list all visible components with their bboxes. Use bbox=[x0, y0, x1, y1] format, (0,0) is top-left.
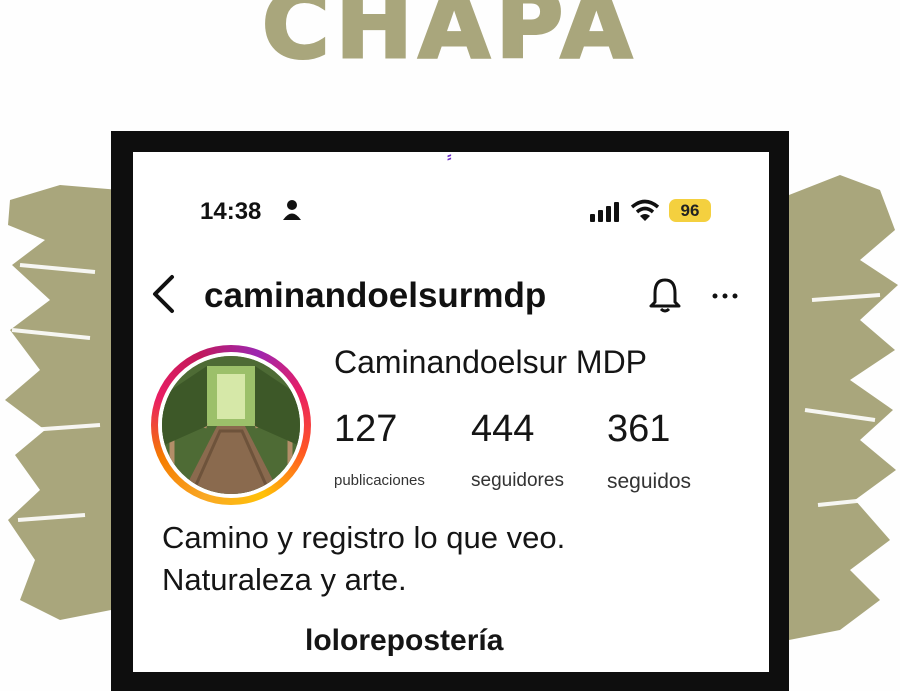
person-icon bbox=[283, 200, 301, 220]
status-time: 14:38 bbox=[200, 198, 262, 225]
profile-username: caminandoelsurmdp bbox=[204, 276, 547, 315]
posts-label[interactable]: publicaciones bbox=[334, 472, 425, 489]
followers-label[interactable]: seguidores bbox=[471, 470, 564, 492]
avatar-photo-bridge bbox=[162, 356, 300, 494]
battery-indicator: 96 bbox=[669, 199, 711, 222]
profile-bio: Camino y registro lo que veo. Naturaleza… bbox=[162, 517, 565, 601]
profile-link[interactable]: lolorepostería bbox=[305, 624, 503, 658]
display-name: Caminandoelsur MDP bbox=[334, 344, 648, 380]
bell-icon[interactable] bbox=[648, 276, 682, 314]
chevron-left-icon[interactable] bbox=[150, 274, 176, 314]
following-label[interactable]: seguidos bbox=[607, 470, 691, 494]
posts-count[interactable]: 127 bbox=[334, 408, 397, 451]
avatar[interactable] bbox=[158, 352, 304, 498]
wifi-icon bbox=[630, 199, 660, 221]
stray-mark: ⸗ bbox=[447, 152, 452, 164]
followers-count[interactable]: 444 bbox=[471, 408, 534, 451]
bio-line: Naturaleza y arte. bbox=[162, 562, 407, 597]
phone-screen: ⸗ 14:38 96 caminandoelsurmdp Caminandoel… bbox=[133, 152, 769, 672]
bio-line: Camino y registro lo que veo. bbox=[162, 520, 566, 555]
more-horizontal-icon[interactable] bbox=[711, 292, 739, 300]
signal-icon bbox=[590, 202, 619, 222]
following-count[interactable]: 361 bbox=[607, 408, 670, 451]
